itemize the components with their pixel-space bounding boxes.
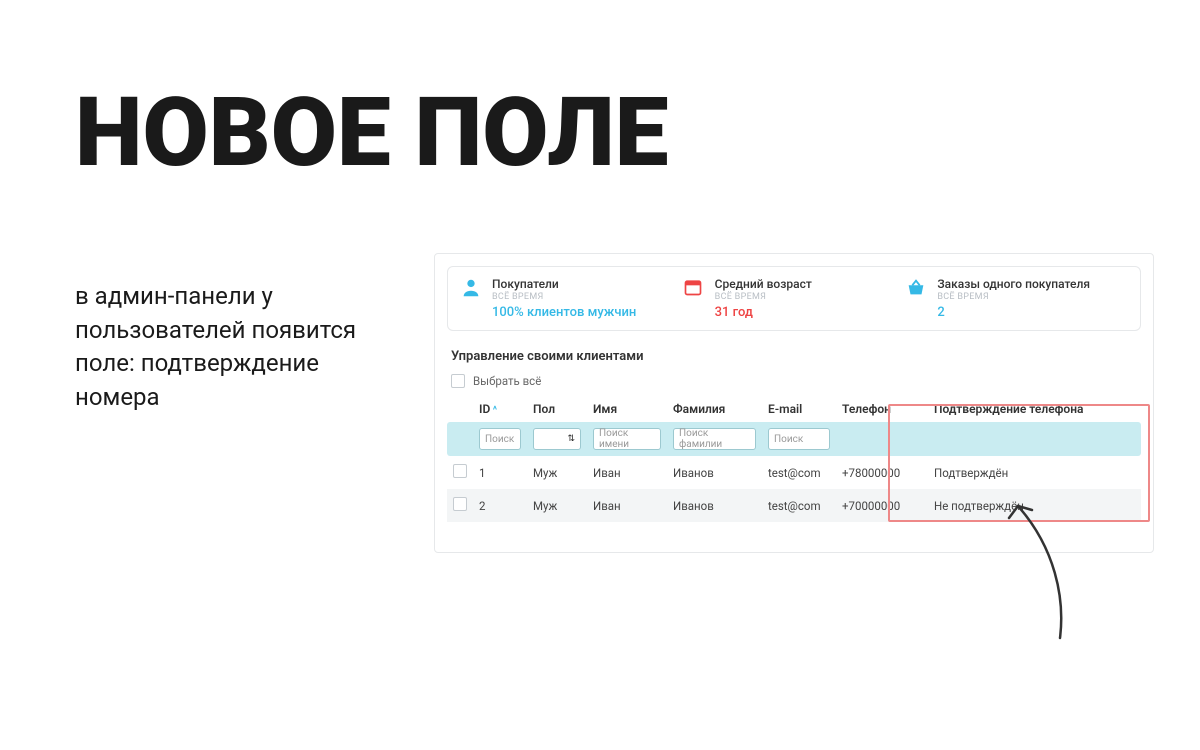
col-last[interactable]: Фамилия — [667, 396, 762, 422]
stat-value: 100% клиентов мужчин — [492, 305, 636, 320]
stats-bar: Покупатели ВСЁ ВРЕМЯ 100% клиентов мужчи… — [447, 266, 1141, 331]
select-all-checkbox[interactable] — [451, 374, 465, 388]
cell-last: Иванов — [667, 489, 762, 522]
cell-gender: Муж — [527, 489, 587, 522]
chevron-updown-icon: ⇅ — [567, 434, 575, 444]
stat-title: Заказы одного покупателя — [937, 277, 1090, 291]
stat-sub: ВСЁ ВРЕМЯ — [492, 292, 636, 302]
clients-table: ID Пол Имя Фамилия E-mail Телефон Подтве… — [447, 396, 1141, 522]
stat-value: 2 — [937, 305, 1090, 320]
cell-first: Иван — [587, 489, 667, 522]
section-title: Управление своими клиентами — [451, 349, 1141, 364]
select-all-label: Выбрать всё — [473, 374, 541, 388]
col-confirm[interactable]: Подтверждение телефона — [928, 396, 1141, 422]
cell-confirm: Подтверждён — [928, 456, 1141, 489]
stat-age: Средний возраст ВСЁ ВРЕМЯ 31 год — [683, 277, 906, 320]
cell-email: test@com — [762, 456, 836, 489]
stat-sub: ВСЁ ВРЕМЯ — [715, 292, 812, 302]
table-row[interactable]: 1 Муж Иван Иванов test@com +78000000 Под… — [447, 456, 1141, 489]
cell-gender: Муж — [527, 456, 587, 489]
admin-panel-card: Покупатели ВСЁ ВРЕМЯ 100% клиентов мужчи… — [434, 253, 1154, 553]
cell-first: Иван — [587, 456, 667, 489]
filter-row: Поиск ⇅ Поиск имени Поиск фамилии Поиск — [447, 422, 1141, 456]
filter-email[interactable]: Поиск — [768, 428, 830, 450]
filter-gender[interactable]: ⇅ — [533, 428, 581, 450]
col-email[interactable]: E-mail — [762, 396, 836, 422]
cell-confirm: Не подтверждён — [928, 489, 1141, 522]
cell-id: 1 — [473, 456, 527, 489]
person-icon — [460, 277, 482, 299]
stat-value: 31 год — [715, 305, 812, 320]
cell-id: 2 — [473, 489, 527, 522]
table-row[interactable]: 2 Муж Иван Иванов test@com +70000000 Не … — [447, 489, 1141, 522]
stat-sub: ВСЁ ВРЕМЯ — [937, 292, 1090, 302]
cell-phone: +78000000 — [836, 456, 928, 489]
col-id[interactable]: ID — [473, 396, 527, 422]
basket-icon — [905, 277, 927, 299]
row-checkbox[interactable] — [453, 464, 467, 478]
cell-phone: +70000000 — [836, 489, 928, 522]
headline: НОВОЕ ПОЛЕ — [75, 85, 668, 181]
col-phone[interactable]: Телефон — [836, 396, 928, 422]
stat-orders: Заказы одного покупателя ВСЁ ВРЕМЯ 2 — [905, 277, 1128, 320]
filter-first[interactable]: Поиск имени — [593, 428, 661, 450]
cell-email: test@com — [762, 489, 836, 522]
select-all-row: Выбрать всё — [447, 374, 1141, 396]
calendar-icon — [683, 277, 705, 299]
subheadline: в админ-панели у пользователей появится … — [75, 280, 395, 414]
row-checkbox[interactable] — [453, 497, 467, 511]
stat-title: Средний возраст — [715, 277, 812, 291]
col-gender[interactable]: Пол — [527, 396, 587, 422]
cell-last: Иванов — [667, 456, 762, 489]
stat-title: Покупатели — [492, 277, 636, 291]
filter-id[interactable]: Поиск — [479, 428, 521, 450]
stat-buyers: Покупатели ВСЁ ВРЕМЯ 100% клиентов мужчи… — [460, 277, 683, 320]
filter-last[interactable]: Поиск фамилии — [673, 428, 756, 450]
col-first[interactable]: Имя — [587, 396, 667, 422]
table-header-row: ID Пол Имя Фамилия E-mail Телефон Подтве… — [447, 396, 1141, 422]
